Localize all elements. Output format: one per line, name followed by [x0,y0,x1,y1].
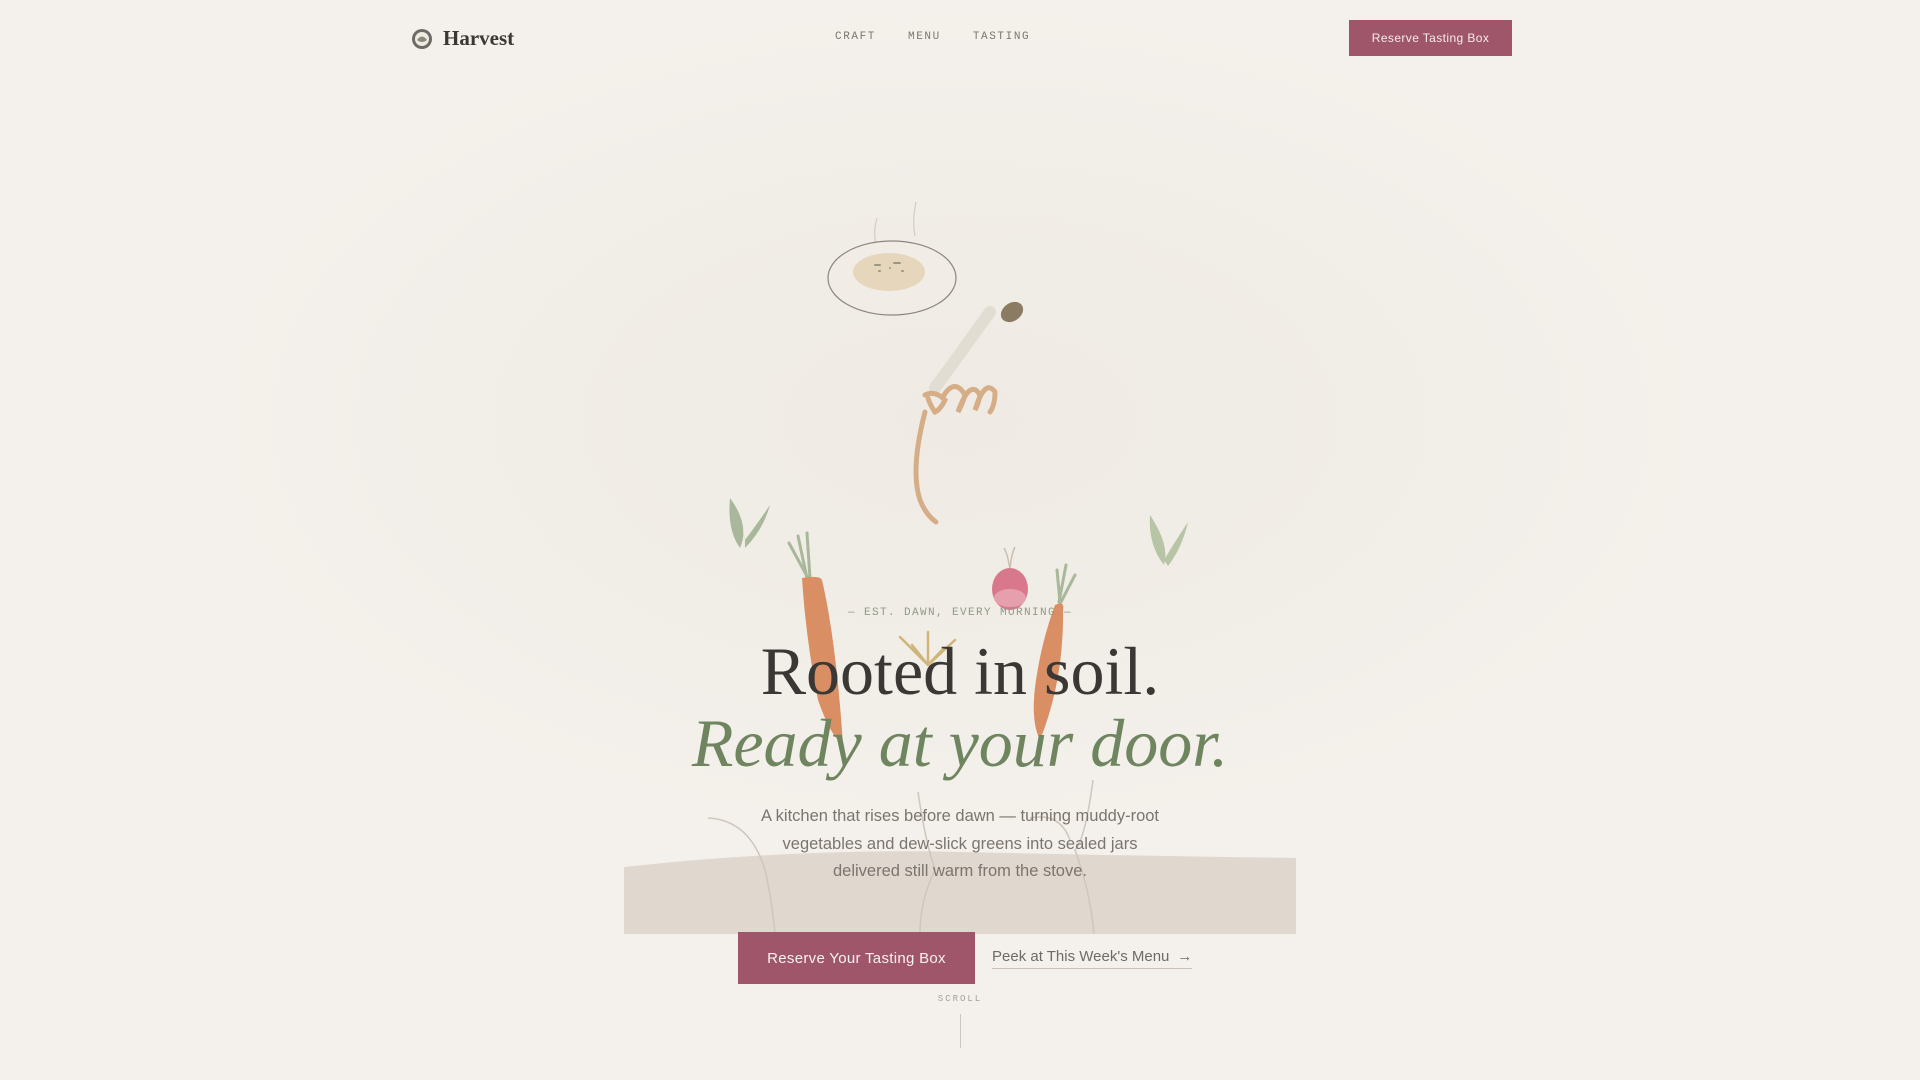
hero-headline: Rooted in soil. [760,633,1160,709]
reserve-your-tasting-box-button[interactable]: Reserve Your Tasting Box [738,932,975,984]
nav-link-menu[interactable]: MENU [908,31,941,43]
pasta [922,390,949,416]
nav-link-craft[interactable]: CRAFT [835,31,876,43]
radish-stem [1009,546,1016,571]
radish-highlight [994,589,1026,607]
leaf [730,498,748,545]
reserve-tasting-box-button[interactable]: Reserve Tasting Box [1349,20,1512,56]
leaf [729,498,744,548]
radish [992,568,1028,610]
nav-link-tasting[interactable]: TASTING [973,31,1030,43]
soup-herbs [874,262,904,272]
leaf [745,505,770,548]
landing-page: Harvest CRAFT MENU TASTING Reserve Tasti… [0,0,1920,1080]
pasta [941,384,998,415]
hero-section: — EST. DAWN, EVERY MORNING — Rooted in s… [560,607,1360,886]
soup [853,253,925,291]
peek-weekly-menu-label: Peek at This Week's Menu [992,947,1170,965]
nav-links: CRAFT MENU TASTING [835,31,1030,43]
carrot-right-greens [1055,563,1077,604]
leaf [1149,515,1166,565]
scroll-indicator-line [960,1014,961,1048]
arrow-right-icon: → [1177,947,1193,965]
fork-tip [1000,301,1024,323]
top-nav: Harvest CRAFT MENU TASTING Reserve Tasti… [411,20,1512,56]
leaf-badge-icon [412,28,432,49]
brand-logo[interactable]: Harvest [411,26,514,51]
fork-handle [929,306,996,394]
peek-weekly-menu-link[interactable]: Peek at This Week's Menu → [992,947,1193,969]
steam-line [874,217,878,245]
hero-headline-accent: Ready at your door. [691,705,1229,781]
hero-actions: Reserve Your Tasting Box Peek at This We… [738,932,1193,984]
scroll-hint: SCROLL [937,994,983,1004]
leaf [1164,522,1188,566]
brand-name: Harvest [443,26,515,50]
carrot-left-greens [787,531,812,580]
hero-eyebrow: — EST. DAWN, EVERY MORNING — [847,607,1073,619]
pasta [913,409,939,525]
bowl [827,240,957,316]
steam-line [913,201,917,237]
hero-illustration [624,201,1296,935]
radish-stem [1003,547,1011,571]
hero-description: A kitchen that rises before dawn — turni… [760,807,1160,880]
